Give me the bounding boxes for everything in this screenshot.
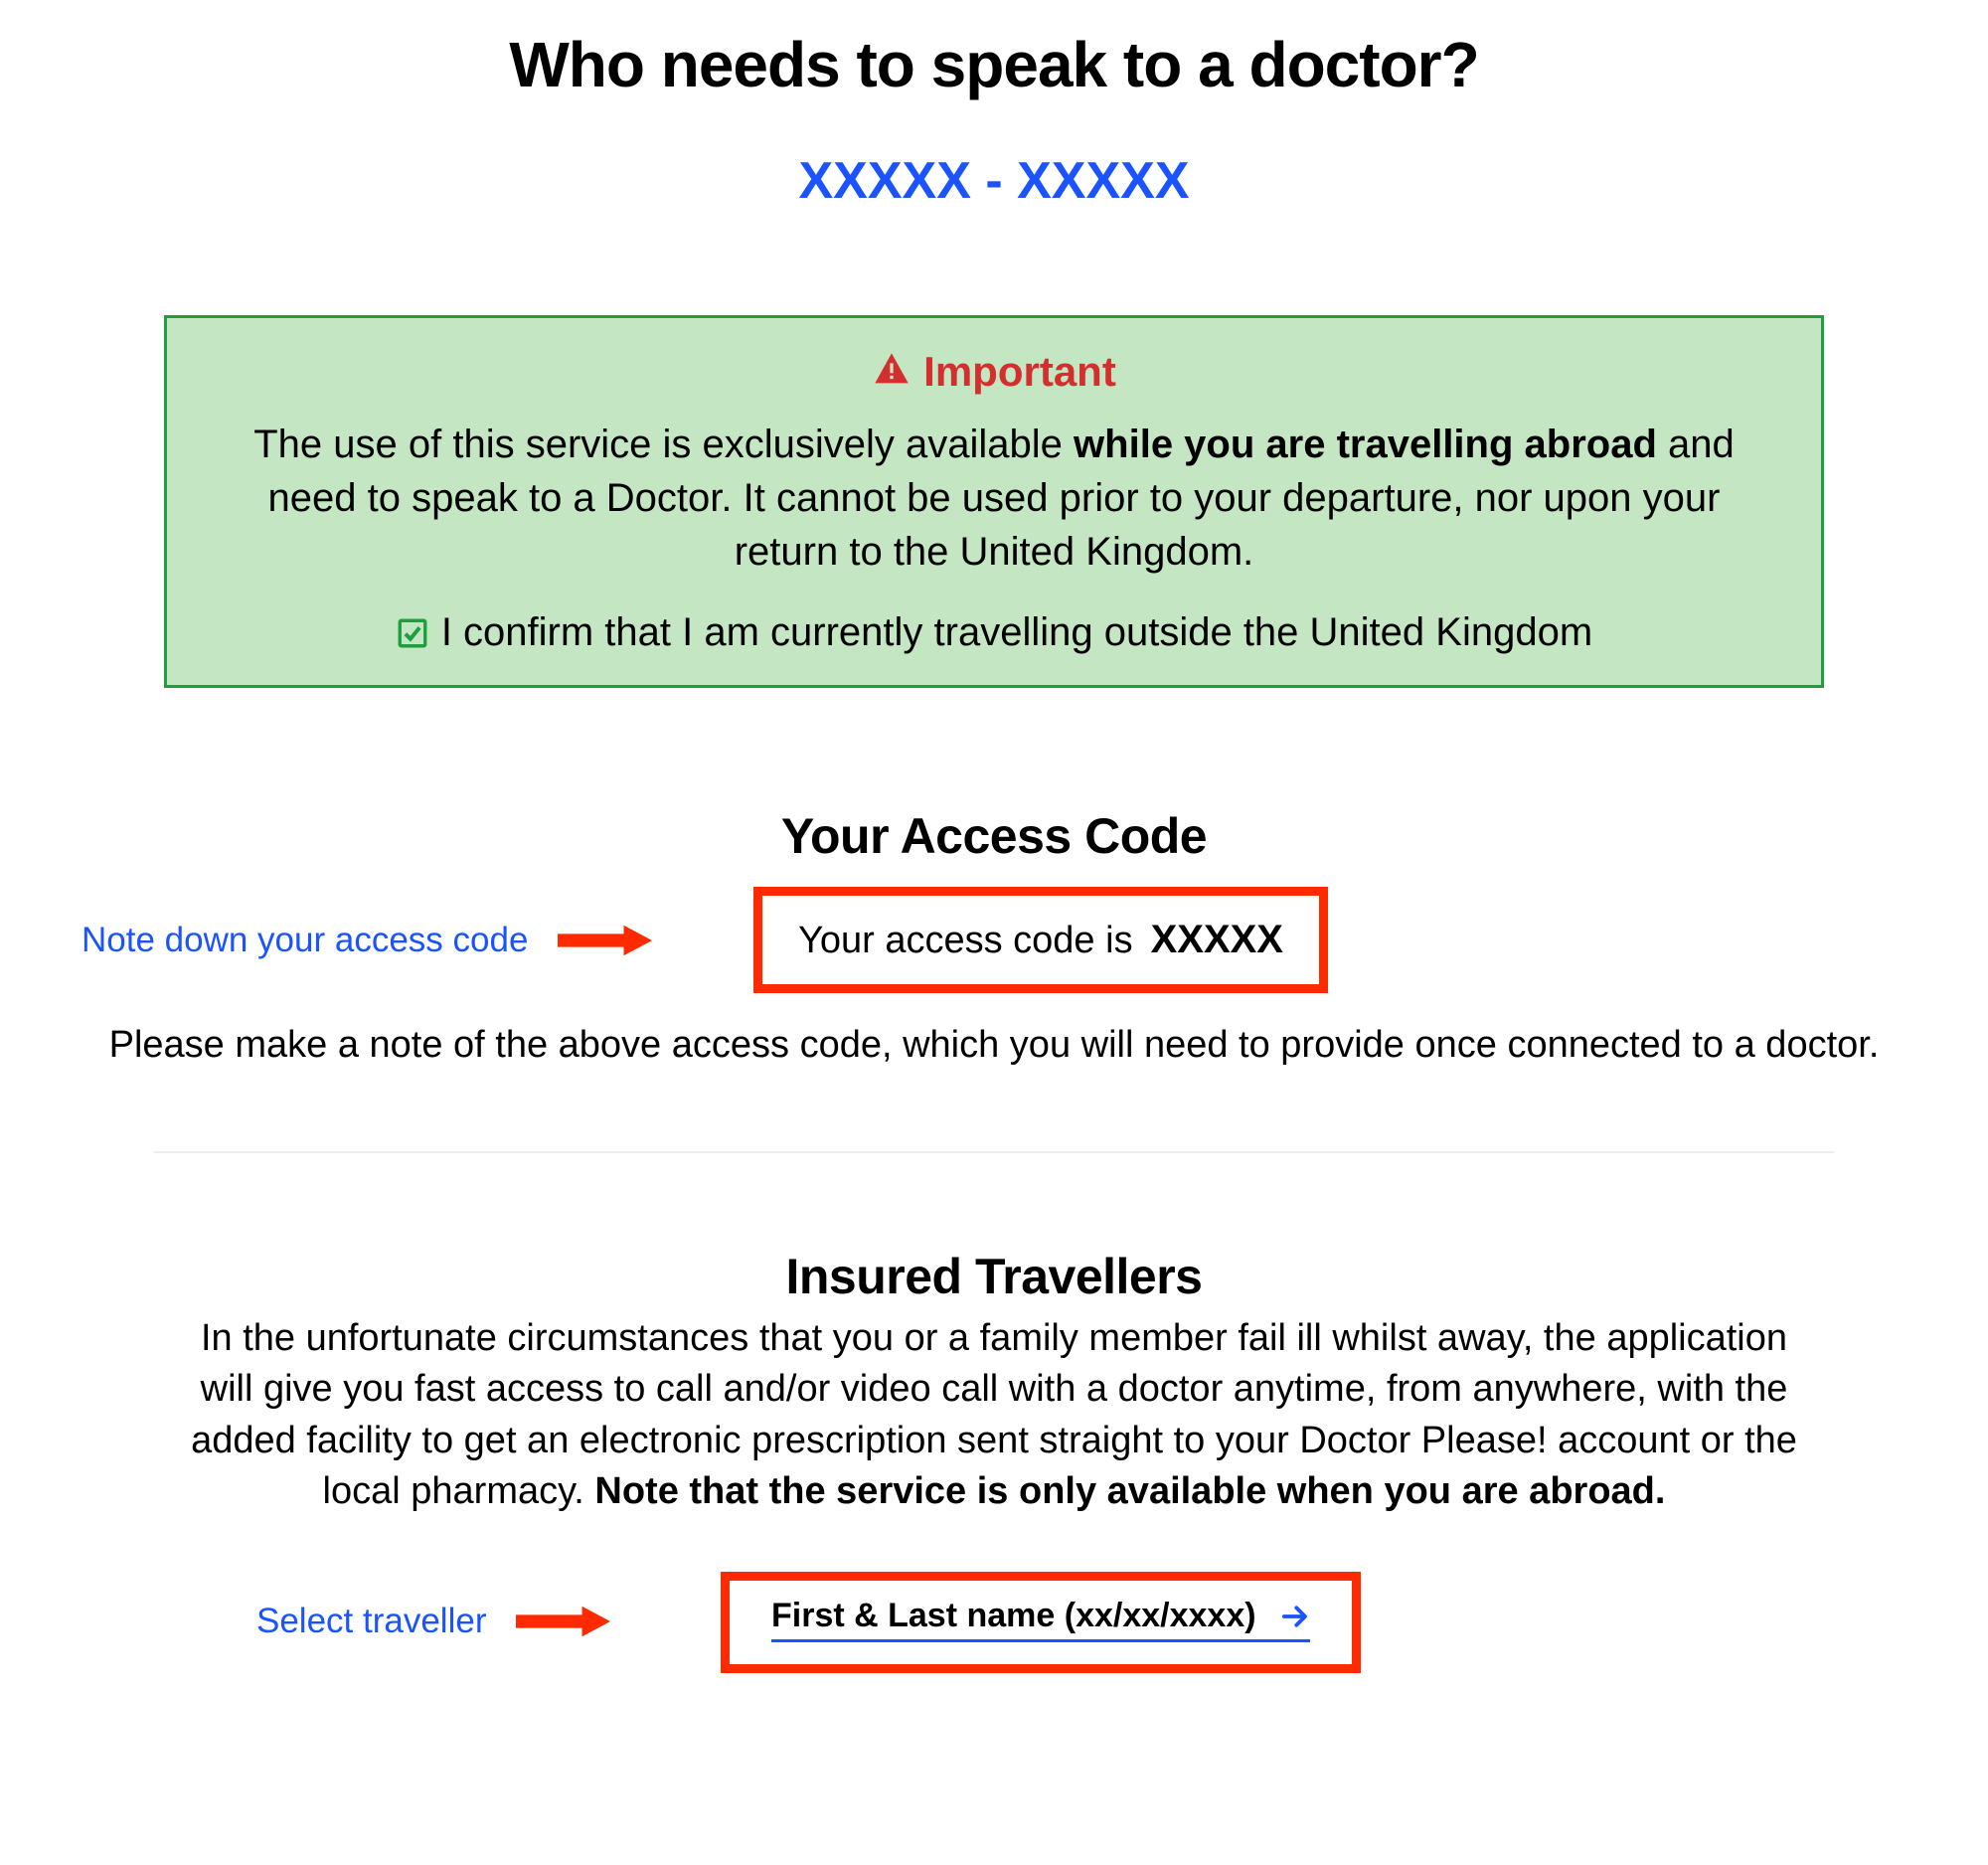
access-code-note: Please make a note of the above access c…: [60, 1024, 1928, 1067]
masked-code: XXXXX - XXXXX: [60, 151, 1928, 211]
confirm-text: I confirm that I am currently travelling…: [441, 610, 1592, 655]
traveller-select-link[interactable]: First & Last name (xx/xx/xxxx): [771, 1597, 1310, 1642]
traveller-highlight-box: First & Last name (xx/xx/xxxx): [721, 1572, 1361, 1673]
important-label: Important: [923, 348, 1116, 396]
page-title: Who needs to speak to a doctor?: [60, 28, 1928, 101]
access-code-value: XXXXX: [1151, 918, 1283, 962]
important-header: Important: [222, 348, 1766, 396]
important-body-text: The use of this service is exclusively a…: [222, 418, 1766, 579]
access-code-section-title: Your Access Code: [60, 807, 1928, 865]
insured-body-bold: Note that the service is only available …: [594, 1470, 1665, 1512]
access-code-row: Note down your access code Your access c…: [60, 887, 1928, 996]
warning-icon: [872, 350, 911, 395]
arrow-right-small-icon: [1280, 1602, 1310, 1631]
arrow-right-icon: [558, 923, 652, 958]
access-code-annotation: Note down your access code: [82, 921, 652, 960]
insured-section-title: Insured Travellers: [60, 1248, 1928, 1305]
insured-body-text: In the unfortunate circumstances that yo…: [60, 1313, 1928, 1517]
traveller-link-text: First & Last name (xx/xx/xxxx): [771, 1597, 1256, 1635]
important-body-prefix: The use of this service is exclusively a…: [253, 423, 1074, 466]
important-body-bold: while you are travelling abroad: [1074, 423, 1657, 466]
traveller-annotation: Select traveller: [256, 1602, 610, 1641]
traveller-annotation-text: Select traveller: [256, 1602, 486, 1641]
arrow-right-icon: [516, 1604, 610, 1639]
section-divider: [154, 1151, 1834, 1153]
traveller-row: Select traveller First & Last name (xx/x…: [60, 1572, 1928, 1681]
important-notice-box: Important The use of this service is exc…: [164, 315, 1824, 688]
checkbox-checked-icon[interactable]: [396, 616, 429, 650]
access-code-label: Your access code is: [798, 920, 1133, 962]
confirm-row[interactable]: I confirm that I am currently travelling…: [222, 610, 1766, 655]
access-code-annotation-text: Note down your access code: [82, 921, 528, 960]
access-code-box: Your access code is XXXXX: [753, 887, 1328, 993]
